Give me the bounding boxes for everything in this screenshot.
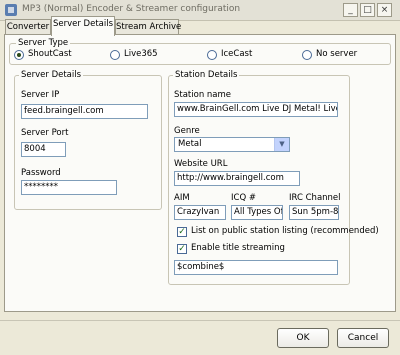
server-port-label: Server Port (21, 128, 69, 138)
title-format-input[interactable]: $combine$ (174, 260, 338, 275)
ok-button[interactable]: OK (277, 328, 329, 348)
station-name-label: Station name (174, 90, 232, 100)
title-streaming-checkbox[interactable]: ✓ (177, 244, 187, 254)
radio-shoutcast-label: ShoutCast (28, 49, 72, 59)
cancel-button[interactable]: Cancel (337, 328, 389, 348)
station-details-legend: Station Details (173, 70, 240, 80)
radio-shoutcast[interactable] (14, 50, 24, 60)
chevron-down-icon[interactable]: ▼ (274, 138, 289, 151)
password-input[interactable]: ******** (21, 180, 117, 195)
maximize-button[interactable]: □ (360, 3, 375, 17)
radio-icecast-label: IceCast (221, 49, 253, 59)
aim-input[interactable]: CrazyIvan (174, 205, 226, 220)
footer-separator (0, 320, 400, 321)
server-ip-input[interactable]: feed.braingell.com (21, 104, 148, 119)
genre-select[interactable]: Metal ▼ (174, 137, 290, 152)
station-details-group: Station Details Station name www.BrainGe… (168, 70, 379, 285)
window-title: MP3 (Normal) Encoder & Streamer configur… (22, 4, 241, 14)
server-details-legend: Server Details (19, 70, 84, 80)
genre-value: Metal (178, 139, 202, 149)
irc-channel-input[interactable]: Sun 5pm-8p (289, 205, 339, 220)
irc-channel-label: IRC Channel (289, 193, 341, 203)
close-button[interactable]: × (377, 3, 392, 17)
radio-no-server-label: No server (316, 49, 358, 59)
tab-stream-archive[interactable]: Stream Archive (115, 19, 181, 35)
server-port-input[interactable]: 8004 (21, 142, 66, 157)
radio-live365-label: Live365 (124, 49, 158, 59)
tab-converter[interactable]: Converter (5, 19, 51, 35)
password-label: Password (21, 168, 61, 178)
app-icon (5, 4, 17, 16)
minimize-button[interactable]: _ (343, 3, 358, 17)
server-type-group: Server Type ShoutCast Live365 IceCast No… (9, 38, 391, 65)
title-streaming-label: Enable title streaming (191, 243, 285, 253)
icq-label: ICQ # (231, 193, 256, 203)
public-listing-label: List on public station listing (recommen… (191, 226, 379, 236)
tab-panel: Server Type ShoutCast Live365 IceCast No… (4, 34, 396, 312)
station-name-input[interactable]: www.BrainGell.com Live DJ Metal! Live Re (174, 102, 338, 117)
website-url-label: Website URL (174, 159, 228, 169)
website-url-input[interactable]: http://www.braingell.com (174, 171, 300, 186)
tab-server-details[interactable]: Server Details (51, 16, 115, 36)
public-listing-checkbox[interactable]: ✓ (177, 227, 187, 237)
radio-no-server[interactable] (302, 50, 312, 60)
server-details-group: Server Details Server IP feed.braingell.… (14, 70, 162, 210)
server-ip-label: Server IP (21, 90, 60, 100)
radio-icecast[interactable] (207, 50, 217, 60)
radio-live365[interactable] (110, 50, 120, 60)
aim-label: AIM (174, 193, 190, 203)
icq-input[interactable]: All Types Of (231, 205, 283, 220)
server-type-legend: Server Type (16, 38, 71, 48)
genre-label: Genre (174, 126, 200, 136)
